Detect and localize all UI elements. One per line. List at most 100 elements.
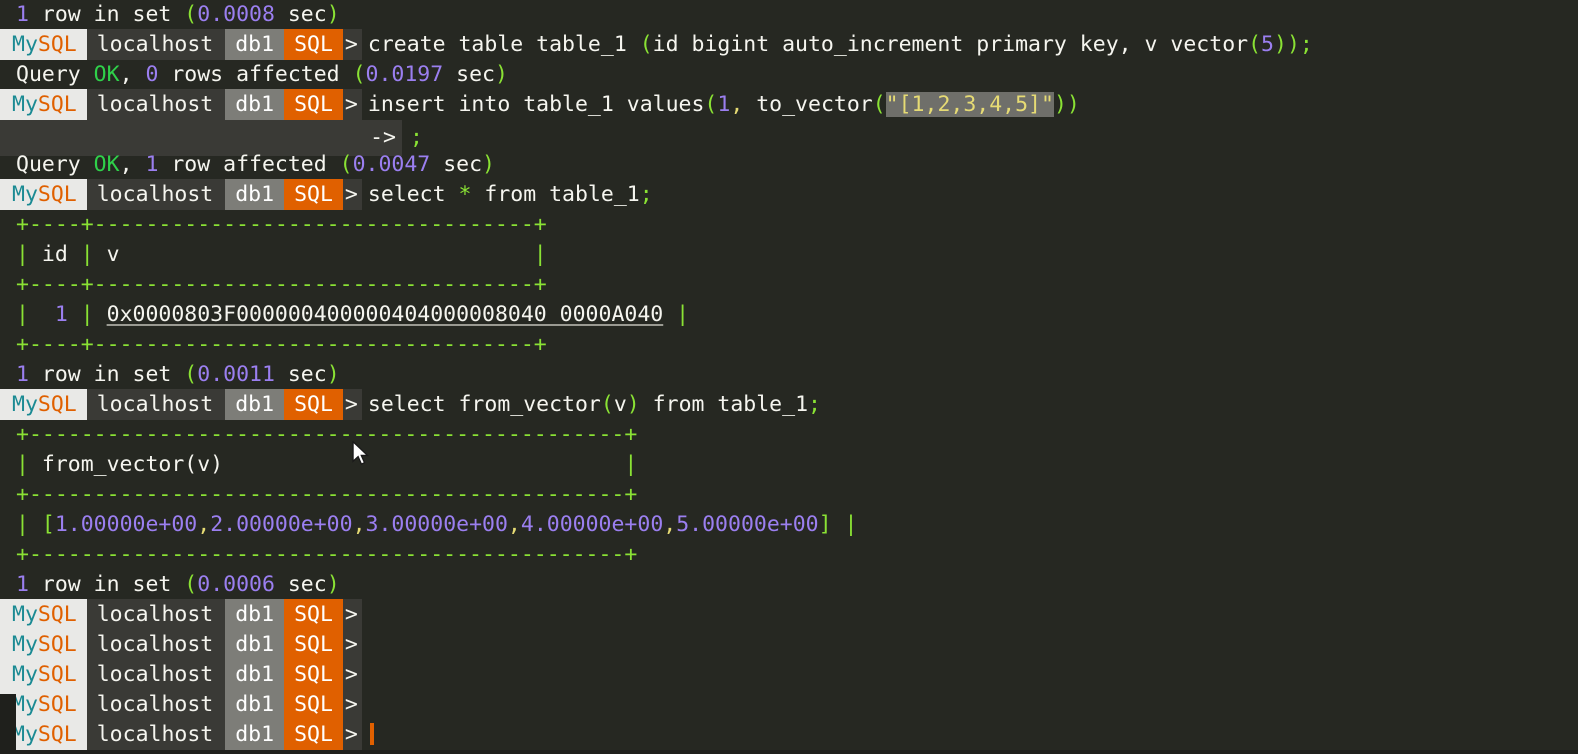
paren-close: ) bbox=[1286, 32, 1300, 57]
elapsed-time: 0.0008 bbox=[197, 2, 275, 27]
trailing-prompts[interactable]: MySQL localhost db1 SQL > MySQL localhost db1 SQ… bbox=[0, 599, 1578, 750]
prompt-mode: SQL bbox=[284, 389, 343, 420]
prompt-mode: SQL bbox=[284, 89, 343, 120]
table2-rule-bottom: +---------------------------------------… bbox=[0, 540, 1578, 570]
comma: , bbox=[119, 152, 146, 177]
elapsed-time: 0.0047 bbox=[352, 152, 431, 177]
prompt-database: db1 bbox=[225, 659, 285, 690]
prompt-database: db1 bbox=[225, 179, 285, 210]
prompt-brand-my: My bbox=[12, 662, 38, 687]
rows-affected-count: 1 bbox=[145, 152, 159, 177]
row-count: 1 bbox=[16, 2, 29, 27]
table-border: +---------------------------------------… bbox=[16, 422, 638, 447]
vector-component-1: 1.00000e+00 bbox=[54, 512, 198, 537]
vector-component-2: 2.00000e+00 bbox=[210, 512, 353, 537]
cell-vector-hex: 0x0000803F000000400000404000008040 0000A… bbox=[106, 302, 664, 327]
value-separator: , bbox=[507, 512, 521, 537]
paren-open: ( bbox=[184, 2, 198, 27]
paren-open-2: ( bbox=[1248, 32, 1262, 57]
elapsed-time: 0.0006 bbox=[197, 572, 275, 597]
prompt-host: localhost bbox=[86, 89, 226, 120]
prompt-brand: MySQL bbox=[0, 179, 87, 210]
shell-prompt: MySQL localhost db1 SQL > bbox=[0, 629, 362, 660]
prompt-mode: SQL bbox=[284, 29, 343, 60]
elapsed-time: 0.0197 bbox=[365, 62, 444, 87]
paren-close: ) bbox=[1066, 92, 1080, 117]
prompt-database: db1 bbox=[225, 89, 285, 120]
table-border: +----+----------------------------------… bbox=[16, 272, 547, 297]
column-arg: v bbox=[613, 392, 627, 417]
table2-rule-mid: +---------------------------------------… bbox=[0, 480, 1578, 510]
table-border: | bbox=[16, 512, 42, 537]
table-row: | [1.00000e+00,2.00000e+00,3.00000e+00,4… bbox=[0, 510, 1578, 540]
empty-prompt-line[interactable]: MySQL localhost db1 SQL > bbox=[0, 659, 1578, 690]
paren-open: ( bbox=[639, 32, 653, 57]
row-count-text: row in set bbox=[28, 362, 185, 387]
row-count: 1 bbox=[16, 362, 29, 387]
comma: , bbox=[730, 92, 757, 117]
result-line-0011: 1 row in set (0.0011 sec) bbox=[0, 360, 1578, 390]
paren-close: ) bbox=[626, 392, 640, 417]
prompt-database: db1 bbox=[225, 389, 285, 420]
command-text[interactable]: insert into table_1 values(1, to_vector(… bbox=[362, 92, 1080, 117]
prompt-brand-my: My bbox=[12, 182, 38, 207]
empty-prompt-line[interactable]: MySQL localhost db1 SQL > bbox=[0, 629, 1578, 660]
result-line-0006: 1 row in set (0.0006 sec) bbox=[0, 570, 1578, 600]
prompt-mode: SQL bbox=[284, 659, 343, 690]
command-text[interactable]: select * from table_1; bbox=[362, 182, 653, 207]
rows-affected-text: row affected bbox=[158, 152, 340, 177]
continuation-line[interactable]: ->; bbox=[0, 120, 1578, 156]
empty-prompt-line[interactable]: MySQL localhost db1 SQL > bbox=[0, 689, 1578, 720]
terminal-window[interactable]: 1 row in set (0.0008 sec) MySQL localhost… bbox=[0, 0, 1578, 754]
prompt-mode: SQL bbox=[284, 719, 343, 750]
paren-open: ( bbox=[600, 392, 614, 417]
query-label: Query bbox=[16, 152, 94, 177]
paren-open: ( bbox=[352, 62, 366, 87]
bracket-close: ] bbox=[818, 512, 832, 537]
table-border: | bbox=[80, 242, 94, 267]
prompt-host: localhost bbox=[86, 659, 226, 690]
prompt-arrow: > bbox=[342, 389, 362, 420]
prompt-brand-my: My bbox=[12, 632, 38, 657]
table-border: | bbox=[533, 242, 547, 267]
vector-dim: 5 bbox=[1261, 32, 1274, 57]
command-line-select-fromvector[interactable]: MySQL localhost db1 SQL > select from_vector(… bbox=[0, 389, 1578, 420]
prompt-arrow: > bbox=[342, 89, 362, 120]
prompt-brand: MySQL bbox=[0, 599, 87, 630]
prompt-brand-sql: SQL bbox=[37, 662, 77, 687]
prompt-mode: SQL bbox=[284, 599, 343, 630]
column-header-v: v bbox=[93, 242, 534, 267]
elapsed-time: 0.0011 bbox=[197, 362, 275, 387]
paren-close: ) bbox=[326, 2, 340, 27]
prompt-host: localhost bbox=[86, 179, 226, 210]
prompt-database: db1 bbox=[225, 29, 285, 60]
command-line-select-star[interactable]: MySQL localhost db1 SQL > select * from table… bbox=[0, 179, 1578, 210]
paren-close: ) bbox=[326, 362, 340, 387]
cell-id: 1 bbox=[28, 302, 81, 327]
table-border: +---------------------------------------… bbox=[16, 482, 638, 507]
function-name: to_vector bbox=[756, 92, 873, 117]
paren-open: ( bbox=[184, 572, 198, 597]
command-text[interactable]: select from_vector(v) from table_1; bbox=[362, 392, 821, 417]
prompt-mode: SQL bbox=[284, 629, 343, 660]
command-line-insert[interactable]: MySQL localhost db1 SQL > insert into table_1… bbox=[0, 89, 1578, 120]
bottom-left-gutter bbox=[0, 694, 16, 754]
sql-columns: id bigint auto_increment primary key, v … bbox=[652, 32, 1249, 57]
command-line-create[interactable]: MySQL localhost db1 SQL > create table table_… bbox=[0, 29, 1578, 60]
empty-prompt-line[interactable]: MySQL localhost db1 SQL > bbox=[0, 719, 1578, 750]
shell-prompt: MySQL localhost db1 SQL > bbox=[0, 89, 362, 120]
semicolon: ; bbox=[808, 392, 821, 417]
prompt-database: db1 bbox=[225, 689, 285, 720]
table-border: | bbox=[663, 302, 690, 327]
paren-open: ( bbox=[339, 152, 353, 177]
shell-prompt: MySQL localhost db1 SQL > bbox=[0, 599, 362, 630]
empty-prompt-line[interactable]: MySQL localhost db1 SQL > bbox=[0, 599, 1578, 630]
prompt-brand: MySQL bbox=[0, 29, 87, 60]
shell-prompt: MySQL localhost db1 SQL > bbox=[0, 689, 362, 720]
shell-prompt: MySQL localhost db1 SQL > bbox=[0, 659, 362, 690]
prompt-brand-my: My bbox=[12, 392, 38, 417]
prompt-brand-my: My bbox=[12, 602, 38, 627]
query-ok-line-1: Query OK, 1 row affected (0.0047 sec) bbox=[0, 150, 1578, 180]
command-text[interactable]: create table table_1 (id bigint auto_inc… bbox=[362, 32, 1313, 57]
ok-status: OK bbox=[93, 62, 120, 87]
